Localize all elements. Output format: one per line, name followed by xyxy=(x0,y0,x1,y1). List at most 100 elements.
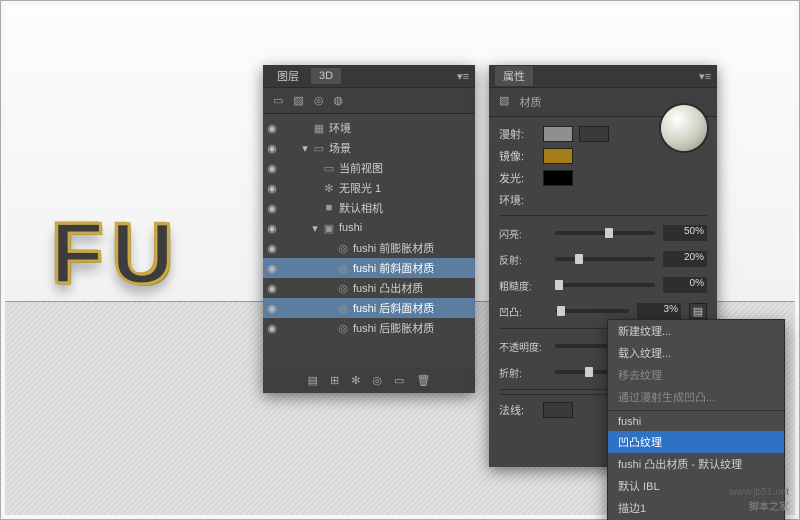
slider-track[interactable] xyxy=(555,257,655,261)
slider-value[interactable]: 0% xyxy=(663,277,707,293)
layer-row-4[interactable]: ◉■默认相机 xyxy=(263,198,475,218)
tab-3d[interactable]: 3D xyxy=(311,68,341,84)
color-label: 镜像: xyxy=(499,148,537,164)
layer-label: fushi 前膨胀材质 xyxy=(351,240,469,256)
menu-item-5[interactable]: fushi xyxy=(608,413,784,431)
visibility-eye-icon[interactable]: ◉ xyxy=(263,322,281,335)
texture-folder-icon[interactable] xyxy=(579,126,609,142)
layer-label: fushi 后斜面材质 xyxy=(351,300,469,316)
color-row-3: 环境: xyxy=(499,189,707,211)
layer-label: 环境 xyxy=(327,120,469,136)
layer-label: fushi 后膨胀材质 xyxy=(351,320,469,336)
layer-row-0[interactable]: ◉ ▦环境 xyxy=(263,118,475,138)
material-section-label: 材质 xyxy=(519,94,541,110)
layer-type-icon: ◎ xyxy=(335,322,351,335)
slider-thumb[interactable] xyxy=(585,367,593,377)
color-row-2: 发光: xyxy=(499,167,707,189)
panel-header: 属性 ▾≡ xyxy=(489,65,717,87)
layer-row-6[interactable]: ◉◎fushi 前膨胀材质 xyxy=(263,238,475,258)
layers-3d-panel: 图层 3D ▾≡ ▭▧◎◍ ◉▦环境◉▾▭场景◉▭当前视图◉✻无限光 1◉■默认… xyxy=(263,65,475,393)
slider-row-2: 粗糙度:0% xyxy=(499,272,707,298)
color-swatch[interactable] xyxy=(543,148,573,164)
panel-menu-icon[interactable]: ▾≡ xyxy=(457,70,469,83)
3d-filter-btn-3[interactable]: ◍ xyxy=(333,94,343,107)
3d-tree: ◉▦环境◉▾▭场景◉▭当前视图◉✻无限光 1◉■默认相机◉▾▣fushi◉◎fu… xyxy=(263,114,475,342)
3d-filter-btn-1[interactable]: ▧ xyxy=(293,94,303,107)
footer-btn-2[interactable]: ✻ xyxy=(351,374,360,387)
slider-track[interactable] xyxy=(555,231,655,235)
layer-label: fushi 凸出材质 xyxy=(351,280,469,296)
layer-row-1[interactable]: ◉▾▭场景 xyxy=(263,138,475,158)
normal-folder[interactable] xyxy=(543,402,573,418)
menu-item-7[interactable]: fushi 凸出材质 - 默认纹理 xyxy=(608,453,784,475)
footer-btn-1[interactable]: ⊞ xyxy=(330,374,339,387)
watermark: www.jb51.net 脚本之家 xyxy=(730,487,789,513)
3d-filter-toolbar: ▭ ▧ ◎ ◍ xyxy=(263,87,475,114)
slider-label: 闪亮: xyxy=(499,226,547,241)
layer-row-3[interactable]: ◉✻无限光 1 xyxy=(263,178,475,198)
layer-row-7[interactable]: ◉◎fushi 前斜面材质 xyxy=(263,258,475,278)
watermark-url: www.jb51.net xyxy=(730,487,789,498)
footer-btn-3[interactable]: ◎ xyxy=(372,374,382,387)
slider-track[interactable] xyxy=(555,283,655,287)
slider-thumb[interactable] xyxy=(557,306,565,316)
slider-label: 反射: xyxy=(499,252,547,267)
3d-text-object[interactable]: FU xyxy=(51,205,182,304)
slider-value[interactable]: 20% xyxy=(663,251,707,267)
3d-panel-footer: ▤ ⊞ ✻ ◎ ▭ 🗑 xyxy=(263,367,475,393)
menu-item-6[interactable]: 凹凸纹理 xyxy=(608,431,784,453)
slider-label: 凹凸: xyxy=(499,304,547,319)
disclosure-icon[interactable]: ▾ xyxy=(309,222,321,235)
slider-thumb[interactable] xyxy=(555,280,563,290)
layer-row-9[interactable]: ◉◎fushi 后斜面材质 xyxy=(263,298,475,318)
slider-value[interactable]: 3% xyxy=(637,303,681,319)
separator xyxy=(499,215,707,216)
layer-row-5[interactable]: ◉ ▾▣fushi xyxy=(263,218,475,238)
menu-separator xyxy=(608,410,784,411)
color-label: 环境: xyxy=(499,192,537,208)
layer-label: 无限光 1 xyxy=(337,180,469,196)
slider-thumb[interactable] xyxy=(605,228,613,238)
texture-folder-icon[interactable]: ▤ xyxy=(689,303,707,319)
slider-value[interactable]: 50% xyxy=(663,225,707,241)
footer-btn-5[interactable]: 🗑 xyxy=(416,374,430,387)
3d-filter-btn-2[interactable]: ◎ xyxy=(314,94,324,107)
slider-label: 折射: xyxy=(499,365,547,380)
panel-menu-icon[interactable]: ▾≡ xyxy=(699,70,711,83)
visibility-eye-icon[interactable]: ◉ xyxy=(263,182,281,195)
disclosure-icon[interactable]: ▾ xyxy=(299,142,311,155)
layer-row-2[interactable]: ◉ ▭当前视图 xyxy=(263,158,475,178)
layer-type-icon: ▭ xyxy=(321,162,337,175)
3d-filter-btn-0[interactable]: ▭ xyxy=(273,94,283,107)
layer-row-8[interactable]: ◉◎fushi 凸出材质 xyxy=(263,278,475,298)
layer-label: fushi xyxy=(337,222,469,234)
visibility-eye-icon[interactable]: ◉ xyxy=(263,302,281,315)
footer-btn-4[interactable]: ▭ xyxy=(394,374,404,387)
layer-label: 当前视图 xyxy=(337,160,469,176)
layer-type-icon: ▭ xyxy=(311,142,327,155)
color-label: 发光: xyxy=(499,170,537,186)
tab-layers[interactable]: 图层 xyxy=(269,66,307,86)
menu-item-0[interactable]: 新建纹理... xyxy=(608,320,784,342)
slider-thumb[interactable] xyxy=(575,254,583,264)
visibility-eye-icon[interactable]: ◉ xyxy=(263,202,281,215)
visibility-eye-icon[interactable]: ◉ xyxy=(263,242,281,255)
color-swatch[interactable] xyxy=(543,126,573,142)
visibility-eye-icon[interactable]: ◉ xyxy=(263,142,281,155)
visibility-eye-icon[interactable]: ◉ xyxy=(263,282,281,295)
visibility-eye-icon[interactable]: ◉ xyxy=(263,222,281,235)
layer-type-icon: ▦ xyxy=(311,122,327,135)
menu-item-1[interactable]: 载入纹理... xyxy=(608,342,784,364)
layer-type-icon: ■ xyxy=(321,202,337,214)
visibility-eye-icon[interactable]: ◉ xyxy=(263,162,281,175)
tab-properties[interactable]: 属性 xyxy=(495,66,533,86)
visibility-eye-icon[interactable]: ◉ xyxy=(263,122,281,135)
slider-track[interactable] xyxy=(555,309,629,313)
layer-row-10[interactable]: ◉ ◎fushi 后膨胀材质 xyxy=(263,318,475,338)
color-swatch[interactable] xyxy=(543,170,573,186)
layer-type-icon: ▣ xyxy=(321,222,337,235)
visibility-eye-icon[interactable]: ◉ xyxy=(263,262,281,275)
material-preview-sphere[interactable] xyxy=(661,105,707,151)
footer-btn-0[interactable]: ▤ xyxy=(308,374,318,387)
layer-type-icon: ◎ xyxy=(335,262,351,275)
